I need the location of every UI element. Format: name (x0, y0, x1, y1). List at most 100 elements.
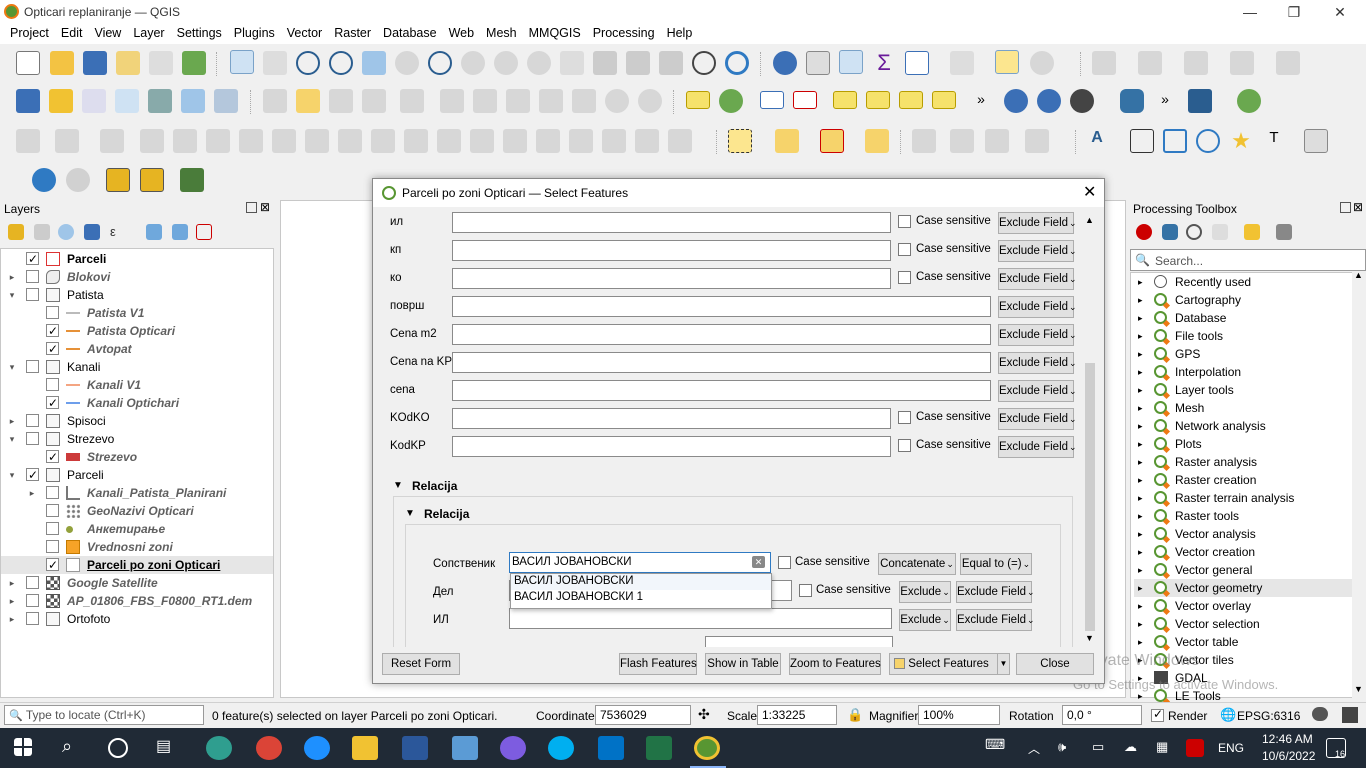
digitize-tool-8-icon[interactable] (272, 129, 296, 153)
menu-mesh[interactable]: Mesh (480, 24, 523, 44)
advanced-digitize-4-icon[interactable] (1025, 129, 1049, 153)
layer-visibility-checkbox[interactable] (26, 414, 39, 427)
field-input[interactable] (452, 408, 891, 429)
diagram-tool-icon[interactable] (719, 89, 743, 113)
layer-item[interactable]: ▸ Kanali_Patista_Planirani (1, 484, 273, 502)
menu-view[interactable]: View (88, 24, 127, 44)
toolbox-item[interactable]: ▸ Interpolation (1134, 363, 1352, 381)
layer-item[interactable]: Avtopat (1, 340, 273, 358)
word-app-icon[interactable] (402, 736, 428, 760)
layer-item[interactable]: Strezevo (1, 448, 273, 466)
expand-arrow-icon[interactable]: ▸ (27, 484, 37, 502)
layer-item[interactable]: Kanali V1 (1, 376, 273, 394)
open-project-icon[interactable] (50, 51, 74, 75)
digitize-tool-16-icon[interactable] (536, 129, 560, 153)
cloud-upload-icon[interactable] (66, 168, 90, 192)
digitize-tool-1-icon[interactable] (16, 129, 40, 153)
collapse-arrow-icon[interactable]: ▾ (7, 286, 17, 304)
menu-processing[interactable]: Processing (587, 24, 661, 44)
plugin-globe-icon[interactable] (1237, 89, 1261, 113)
new-map-view-icon[interactable] (560, 51, 584, 75)
digitize-tool-12-icon[interactable] (404, 129, 428, 153)
task-view-icon[interactable]: ▤ (156, 736, 182, 760)
layer-visibility-checkbox[interactable] (46, 394, 59, 412)
outlook-app-icon[interactable] (598, 736, 624, 760)
style-layer-icon[interactable] (8, 224, 24, 240)
autocomplete-item-2[interactable]: ВАСИЛ ЈОВАНОВСКИ 1 (511, 590, 771, 606)
layer-item[interactable]: Vrednosni zoni (1, 538, 273, 556)
add-vector-icon[interactable] (82, 89, 106, 113)
il-exclude-field-button[interactable]: Exclude Field (956, 609, 1032, 631)
digitize-tool-10-icon[interactable] (338, 129, 362, 153)
label-pin-icon[interactable] (760, 91, 784, 109)
expand-arrow-icon[interactable]: ▸ (1138, 435, 1143, 453)
expand-arrow-icon[interactable]: ▸ (1138, 615, 1143, 633)
globe-a-icon[interactable] (1004, 89, 1028, 113)
zoom-last-icon[interactable] (494, 51, 518, 75)
magnifier-field[interactable]: 100% (918, 705, 1000, 725)
layer-visibility-checkbox[interactable] (46, 556, 59, 574)
zoom-to-features-button[interactable]: Zoom to Features (789, 653, 881, 675)
expand-arrow-icon[interactable]: ▸ (1138, 381, 1143, 399)
expand-arrow-icon[interactable]: ▸ (1138, 417, 1143, 435)
attribute-table-icon[interactable] (806, 51, 830, 75)
locator-input[interactable]: 🔍 Type to locate (Ctrl+K) (4, 705, 204, 725)
toolbox-scrollbar[interactable]: ▲ ▼ (1352, 270, 1366, 698)
layer-item[interactable]: ▸ Spisoci (1, 412, 273, 430)
select-features-icon[interactable] (728, 129, 752, 153)
toolbox-item[interactable]: ▸ GPS (1134, 345, 1352, 363)
layer-item[interactable]: ▸ AP_01806_FBS_F0800_RT1.dem (1, 592, 273, 610)
zoom-full-icon[interactable] (362, 51, 386, 75)
exclude-field-button[interactable]: Exclude Field (998, 436, 1074, 458)
pan-to-selection-icon[interactable] (263, 51, 287, 75)
digitize-tool-11-icon[interactable] (371, 129, 395, 153)
toolbox-item[interactable]: ▸ Plots (1134, 435, 1352, 453)
node-annotation-icon[interactable] (1196, 129, 1220, 153)
collapse-all-icon[interactable] (172, 224, 188, 240)
zoom-in-icon[interactable] (296, 51, 320, 75)
excel-app-icon[interactable] (646, 736, 672, 760)
expand-arrow-icon[interactable]: ▸ (1138, 309, 1143, 327)
pointer-annotation-icon[interactable] (1130, 129, 1154, 153)
render-checkbox[interactable] (1151, 707, 1164, 722)
identify-icon[interactable] (773, 51, 797, 75)
close-button[interactable]: Close (1016, 653, 1094, 675)
digitize-tool-7-icon[interactable] (239, 129, 263, 153)
label-show-hide-icon[interactable] (932, 91, 956, 109)
sopstvenik-case-checkbox[interactable] (778, 556, 791, 569)
del-case-checkbox[interactable] (799, 584, 812, 597)
delete-selected-icon[interactable] (473, 89, 497, 113)
add-wfs-icon[interactable] (214, 89, 238, 113)
layer-visibility-checkbox[interactable] (26, 466, 39, 484)
crs-value[interactable]: EPSG:6316 (1237, 709, 1300, 723)
search-taskbar-icon[interactable]: ⌕ (62, 736, 88, 760)
models-icon[interactable] (1136, 224, 1152, 240)
star-annotation-icon[interactable]: ★ (1229, 129, 1253, 153)
il-input[interactable] (509, 608, 892, 629)
dialog-scrollbar[interactable]: ▲ ▼ (1082, 215, 1098, 647)
equal-to-button[interactable]: Equal to (=) (960, 553, 1032, 575)
add-mesh-icon[interactable] (148, 89, 172, 113)
menu-plugins[interactable]: Plugins (228, 24, 281, 44)
cube-b-icon[interactable] (140, 168, 164, 192)
expand-arrow-icon[interactable]: ▸ (1138, 327, 1143, 345)
chrome-app-icon[interactable] (256, 736, 282, 760)
select-by-attribute-icon[interactable] (775, 129, 799, 153)
zoom-layer-icon[interactable] (428, 51, 452, 75)
layer-item[interactable]: ▸ Ortofoto (1, 610, 273, 628)
restore-button[interactable]: ❐ (1272, 2, 1316, 22)
toolbox-item[interactable]: ▸ Raster creation (1134, 471, 1352, 489)
field-input[interactable] (452, 296, 991, 317)
map-tips-icon[interactable] (995, 50, 1019, 74)
expand-arrow-icon[interactable]: ▸ (1138, 363, 1143, 381)
case-sensitive-checkbox[interactable] (898, 215, 911, 228)
layer-item[interactable]: Patista V1 (1, 304, 273, 322)
autocomplete-item-1[interactable]: ВАСИЛ ЈОВАНОВСКИ (511, 574, 771, 590)
add-raster-icon[interactable] (115, 89, 139, 113)
layer-visibility-checkbox[interactable] (46, 486, 59, 499)
exclude-field-button[interactable]: Exclude Field (998, 380, 1074, 402)
expand-arrow-icon[interactable]: ▸ (1138, 597, 1143, 615)
del-exclude-field-button[interactable]: Exclude Field (956, 581, 1032, 603)
exclude-field-button[interactable]: Exclude Field (998, 240, 1074, 262)
exclude-field-button[interactable]: Exclude Field (998, 268, 1074, 290)
